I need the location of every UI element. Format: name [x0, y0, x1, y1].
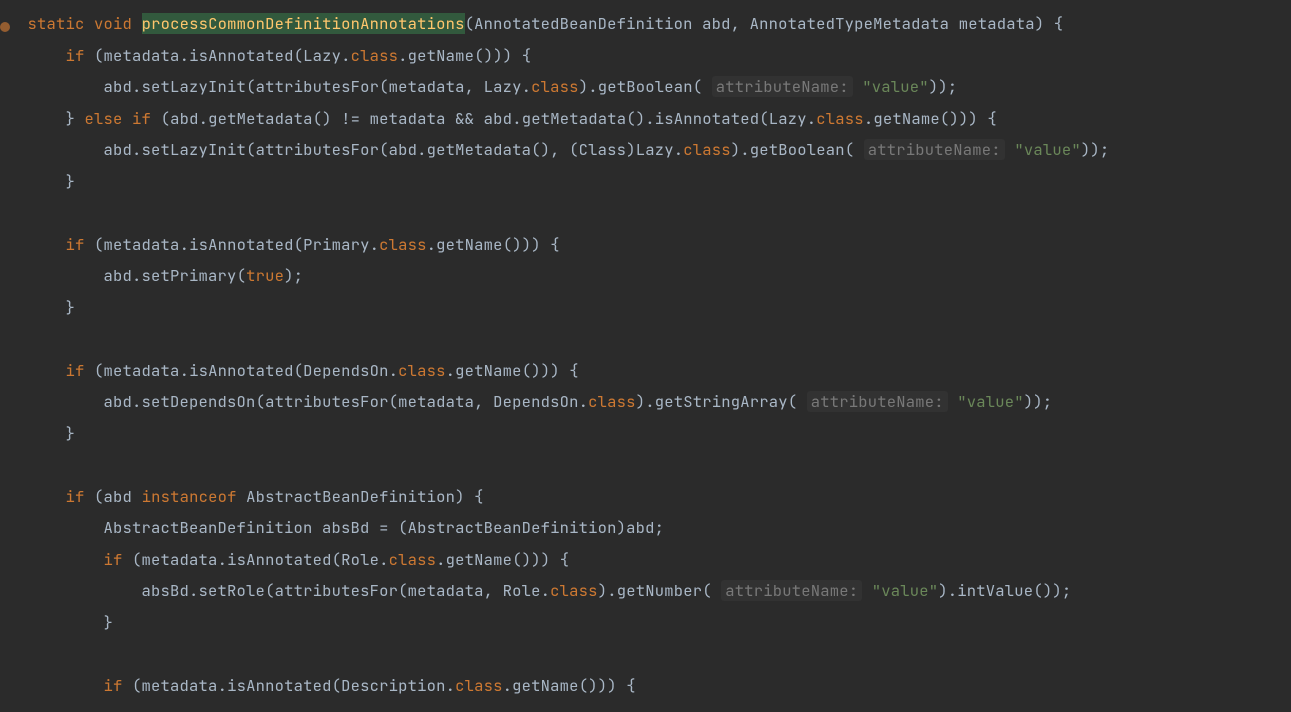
string-literal: "value" [872, 580, 939, 601]
code-line: } [18, 423, 75, 444]
code-editor[interactable]: static void processCommonDefinitionAnnot… [0, 0, 1291, 712]
code-line: abd.setLazyInit(attributesFor(abd.getMet… [18, 139, 1109, 160]
blank-line [18, 328, 28, 349]
param-type: AnnotatedBeanDefinition [474, 13, 693, 34]
keyword-if: if [104, 675, 123, 696]
string-literal: "value" [1014, 139, 1081, 160]
keyword-if: if [66, 486, 85, 507]
keyword-if: if [66, 234, 85, 255]
keyword-else: else [85, 108, 123, 129]
code-line: if (metadata.isAnnotated(Description.cla… [18, 675, 636, 696]
code-line: abd.setDependsOn(attributesFor(metadata,… [18, 391, 1052, 412]
code-content[interactable]: static void processCommonDefinitionAnnot… [18, 8, 1291, 701]
code-line: AbstractBeanDefinition absBd = (Abstract… [18, 517, 664, 538]
code-line: abd.setPrimary(true); [18, 265, 303, 286]
code-line: if (metadata.isAnnotated(Lazy.class.getN… [18, 45, 531, 66]
code-line: if (metadata.isAnnotated(Role.class.getN… [18, 549, 569, 570]
blank-line [18, 202, 28, 223]
string-literal: "value" [862, 76, 929, 97]
code-line: } [18, 612, 113, 633]
keyword-if: if [104, 549, 123, 570]
blank-line [18, 454, 28, 475]
keyword-if: if [66, 45, 85, 66]
method-signature-line: static void processCommonDefinitionAnnot… [18, 13, 1063, 34]
inlay-hint: attributeName: [864, 139, 1005, 160]
param-type: AnnotatedTypeMetadata [750, 13, 950, 34]
code-line: } [18, 171, 75, 192]
keyword-static: static [28, 13, 85, 34]
inlay-hint: attributeName: [712, 76, 853, 97]
param-name: abd [702, 13, 731, 34]
code-line: absBd.setRole(attributesFor(metadata, Ro… [18, 580, 1071, 601]
param-name: metadata [959, 13, 1035, 34]
code-line: } else if (abd.getMetadata() != metadata… [18, 108, 997, 129]
inlay-hint: attributeName: [807, 391, 948, 412]
code-line: if (metadata.isAnnotated(Primary.class.g… [18, 234, 560, 255]
keyword-if: if [66, 360, 85, 381]
string-literal: "value" [957, 391, 1024, 412]
code-line: if (metadata.isAnnotated(DependsOn.class… [18, 360, 579, 381]
code-line: abd.setLazyInit(attributesFor(metadata, … [18, 76, 957, 97]
keyword-if: if [132, 108, 151, 129]
keyword-void: void [94, 13, 132, 34]
breakpoint-gutter-icon[interactable] [0, 22, 10, 32]
code-line: if (abd instanceof AbstractBeanDefinitio… [18, 486, 484, 507]
blank-line [18, 643, 28, 664]
code-line: } [18, 297, 75, 318]
keyword-true: true [246, 265, 284, 286]
keyword-instanceof: instanceof [142, 486, 237, 507]
keyword-class: class [351, 45, 399, 66]
inlay-hint: attributeName: [721, 580, 862, 601]
method-name: processCommonDefinitionAnnotations [142, 13, 465, 34]
